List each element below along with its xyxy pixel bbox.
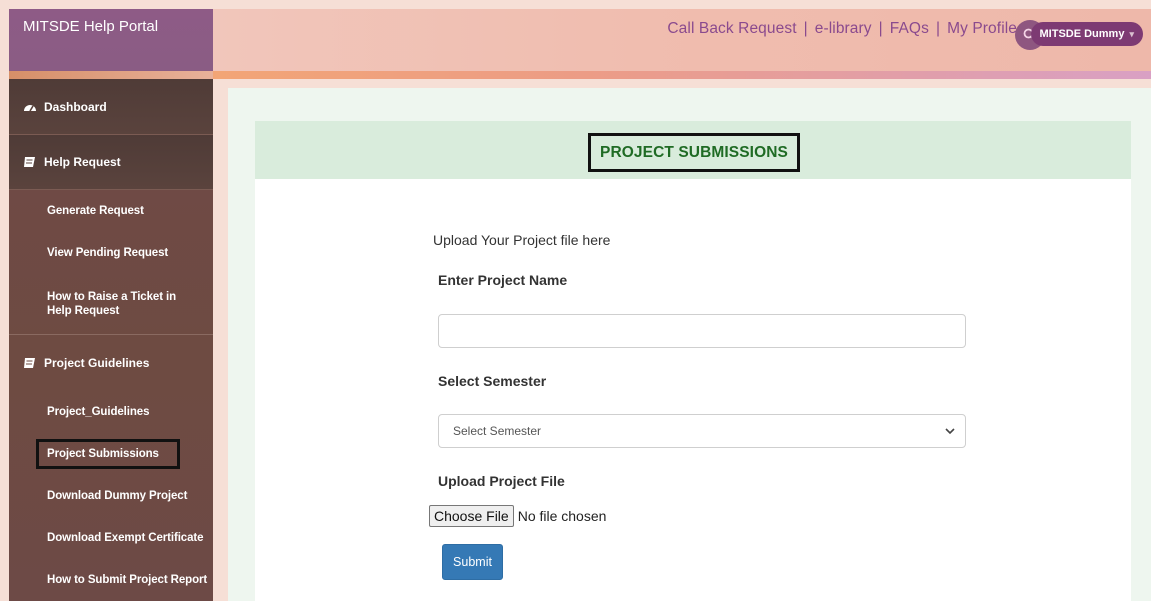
sidebar-item-project-guidelines-doc[interactable]: Project_Guidelines bbox=[9, 391, 213, 433]
sidebar-section-project-guidelines[interactable]: Project Guidelines bbox=[9, 335, 213, 391]
semester-label: Select Semester bbox=[438, 373, 547, 389]
sidebar-item-label: Project_Guidelines bbox=[47, 406, 150, 418]
sidebar-item-raise-ticket[interactable]: How to Raise a Ticket in Help Request bbox=[9, 274, 213, 334]
user-menu[interactable]: MITSDE Dummy ▾ bbox=[1030, 22, 1143, 46]
sidebar-item-label: Project Guidelines bbox=[44, 356, 150, 370]
semester-select[interactable]: Select Semester bbox=[438, 414, 966, 448]
sidebar-item-label: Dashboard bbox=[44, 99, 107, 114]
dashboard-icon bbox=[23, 101, 37, 113]
nav-link-e-library[interactable]: e-library bbox=[815, 20, 872, 37]
chevron-down-icon bbox=[945, 428, 955, 435]
nav-link-faqs[interactable]: FAQs bbox=[890, 20, 929, 37]
brand-title-text: MITSDE Help Portal bbox=[23, 18, 159, 35]
upload-label: Upload Project File bbox=[438, 473, 565, 489]
sidebar-item-dashboard[interactable]: Dashboard bbox=[9, 79, 213, 135]
sidebar-item-generate-request[interactable]: Generate Request bbox=[9, 190, 213, 232]
sidebar-item-label: Help Request bbox=[44, 155, 121, 169]
sidebar-item-download-dummy-project[interactable]: Download Dummy Project bbox=[9, 475, 213, 517]
header-accent-strip bbox=[213, 71, 1151, 79]
project-submission-panel: PROJECT SUBMISSIONS Upload Your Project … bbox=[255, 121, 1131, 601]
panel-header: PROJECT SUBMISSIONS bbox=[255, 121, 1131, 179]
sidebar-item-view-pending-request[interactable]: View Pending Request bbox=[9, 232, 213, 274]
sidebar-item-label: View Pending Request bbox=[47, 247, 169, 259]
nav-separator: | bbox=[935, 20, 941, 37]
sidebar-item-project-submissions[interactable]: Project Submissions bbox=[9, 433, 213, 475]
sidebar-item-label: How to Submit Project Report bbox=[47, 574, 208, 586]
book-icon bbox=[23, 156, 37, 168]
sidebar-item-label: Download Dummy Project bbox=[47, 490, 188, 502]
sidebar-item-label: How to Raise a Ticket in Help Request bbox=[47, 291, 177, 317]
file-upload-row: Choose File No file chosen bbox=[429, 505, 606, 527]
sidebar-section-help-request[interactable]: Help Request bbox=[9, 135, 213, 190]
nav-link-my-profile[interactable]: My Profile bbox=[947, 20, 1017, 37]
sidebar: MITSDE Help Portal Dashboard Help Reques… bbox=[9, 9, 213, 601]
user-name: MITSDE Dummy bbox=[1039, 28, 1125, 40]
intro-text: Upload Your Project file here bbox=[433, 232, 611, 248]
book-icon bbox=[23, 357, 37, 369]
no-file-text: No file chosen bbox=[517, 508, 607, 524]
sidebar-item-download-exempt-certificate[interactable]: Download Exempt Certificate bbox=[9, 517, 213, 559]
brand-title[interactable]: MITSDE Help Portal bbox=[9, 9, 213, 71]
sidebar-item-label: Project Submissions bbox=[36, 439, 180, 469]
brand-strip bbox=[9, 71, 213, 79]
page-title-text: PROJECT SUBMISSIONS bbox=[600, 143, 788, 161]
sidebar-item-submit-project-report[interactable]: How to Submit Project Report bbox=[9, 559, 213, 601]
page-title: PROJECT SUBMISSIONS bbox=[588, 133, 800, 172]
sidebar-item-label: Generate Request bbox=[47, 205, 144, 217]
project-name-label: Enter Project Name bbox=[438, 272, 568, 288]
nav-link-call-back[interactable]: Call Back Request bbox=[667, 20, 796, 37]
nav-separator: | bbox=[878, 20, 883, 37]
semester-selected-value: Select Semester bbox=[453, 424, 542, 438]
sidebar-item-label: Download Exempt Certificate bbox=[47, 532, 204, 544]
project-name-input[interactable] bbox=[438, 314, 966, 348]
top-header: Call Back Request | e-library | FAQs | My Prof… bbox=[213, 9, 1151, 71]
submit-button[interactable]: Submit bbox=[442, 544, 503, 580]
header-nav: Call Back Request | e-library | FAQs | My Prof… bbox=[667, 20, 1017, 38]
choose-file-button[interactable]: Choose File bbox=[429, 505, 514, 527]
chevron-down-icon: ▾ bbox=[1129, 28, 1134, 39]
nav-separator: | bbox=[803, 20, 808, 37]
